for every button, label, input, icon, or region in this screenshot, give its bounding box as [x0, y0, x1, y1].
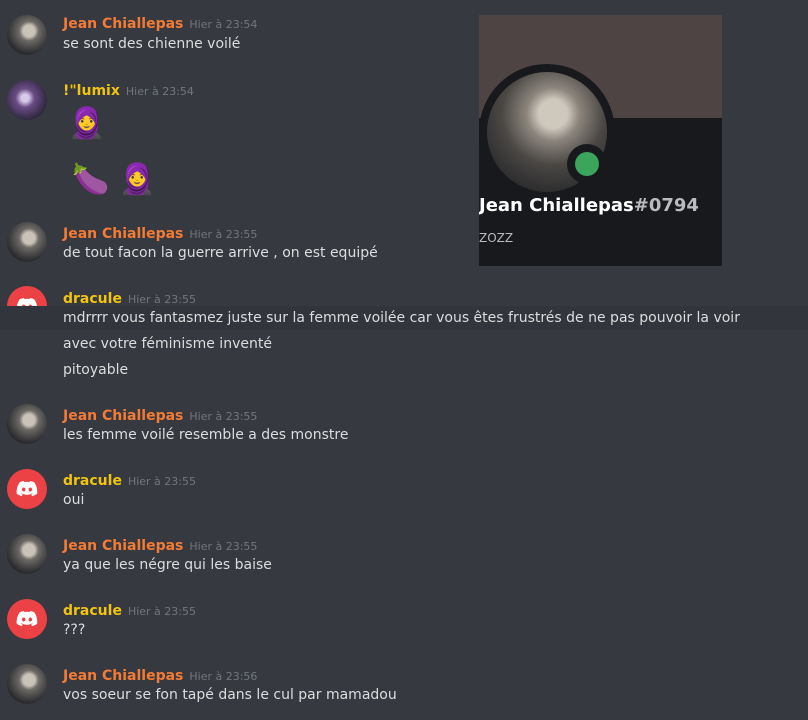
timestamp: Hier à 23:55	[189, 410, 258, 423]
emoji-message: 🧕	[68, 106, 106, 141]
timestamp: Hier à 23:55	[127, 605, 196, 618]
timestamp: Hier à 23:55	[189, 228, 258, 241]
message-text: de tout facon la guerre arrive , on est …	[63, 245, 378, 261]
username[interactable]: Jean Chiallepas	[63, 226, 183, 242]
message-text: les femme voilé resemble a des monstre	[63, 427, 349, 443]
message-text: vos soeur se fon tapé dans le cul par ma…	[63, 687, 397, 703]
message-text: oui	[63, 492, 85, 508]
timestamp: Hier à 23:55	[127, 293, 196, 306]
username[interactable]: dracule	[63, 291, 122, 307]
message-text: ya que les négre qui les baise	[63, 557, 272, 573]
username[interactable]: Jean Chiallepas	[63, 408, 183, 424]
message-text: se sont des chienne voilé	[63, 36, 241, 52]
username[interactable]: dracule	[63, 473, 122, 489]
emoji-message: 🍆 🧕	[72, 162, 157, 197]
profile-name: Jean Chiallepas	[479, 195, 634, 216]
timestamp: Hier à 23:54	[125, 85, 194, 98]
timestamp: Hier à 23:55	[189, 540, 258, 553]
username[interactable]: Jean Chiallepas	[63, 668, 183, 684]
avatar[interactable]	[7, 599, 47, 639]
avatar[interactable]	[7, 469, 47, 509]
message-text: pitoyable	[63, 362, 129, 378]
timestamp: Hier à 23:55	[127, 475, 196, 488]
message: Jean Chiallepas Hier à 23:55 les femme vo…	[0, 394, 808, 454]
profile-username: Jean Chiallepas#0794	[479, 195, 699, 216]
avatar[interactable]	[7, 664, 47, 704]
message: Jean Chiallepas Hier à 23:56 vos soeur se…	[0, 655, 808, 720]
username[interactable]: Jean Chiallepas	[63, 16, 183, 32]
message: dracule Hier à 23:55 oui	[0, 460, 808, 520]
username[interactable]: dracule	[63, 603, 122, 619]
online-status-icon	[575, 152, 599, 176]
timestamp: Hier à 23:54	[189, 18, 258, 31]
user-profile-popout: Jean Chiallepas#0794 ZOZZ	[479, 15, 722, 266]
profile-discriminator: #0794	[633, 195, 699, 216]
avatar[interactable]	[7, 534, 47, 574]
message-text: mdrrrr vous fantasmez juste sur la femme…	[63, 310, 740, 326]
avatar[interactable]	[7, 404, 47, 444]
discord-logo-icon	[16, 611, 38, 627]
avatar[interactable]	[7, 80, 47, 120]
avatar[interactable]	[7, 222, 47, 262]
avatar[interactable]	[7, 15, 47, 55]
username[interactable]: Jean Chiallepas	[63, 538, 183, 554]
timestamp: Hier à 23:56	[189, 670, 258, 683]
username[interactable]: !"lumix	[63, 83, 120, 99]
message-text: avec votre féminisme inventé	[63, 336, 272, 352]
message-text: ???	[63, 622, 86, 638]
message: Jean Chiallepas Hier à 23:55 ya que les n…	[0, 525, 808, 585]
profile-note: ZOZZ	[479, 231, 514, 245]
message: dracule Hier à 23:55 ???	[0, 590, 808, 650]
discord-logo-icon	[16, 481, 38, 497]
